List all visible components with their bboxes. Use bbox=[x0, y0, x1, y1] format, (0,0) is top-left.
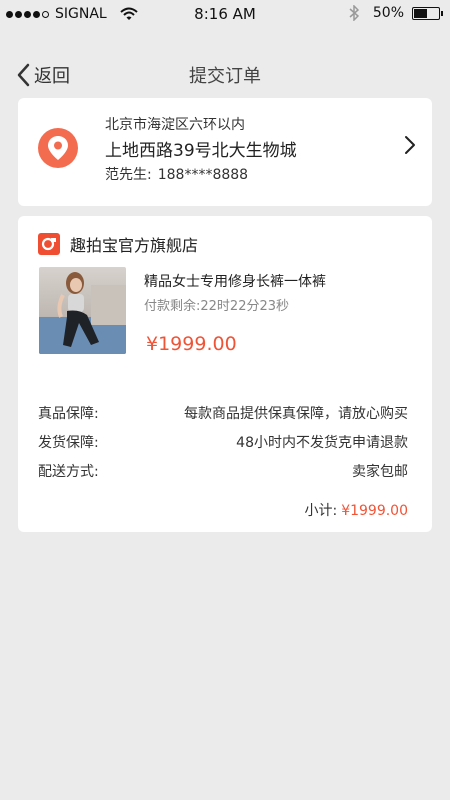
battery-percent: 50% bbox=[372, 5, 404, 21]
product-name: 精品女士专用修身长裤一体裤 bbox=[144, 274, 326, 290]
payment-countdown: 付款剩余:22时22分23秒 bbox=[144, 299, 290, 314]
product-image[interactable] bbox=[39, 267, 126, 354]
address-card[interactable]: 北京市海淀区六环以内 上地西路39号北大生物城 范先生: 188****8888 bbox=[18, 98, 432, 206]
info-row-authenticity: 真品保障: 每款商品提供保真保障，请放心购买 bbox=[38, 403, 408, 425]
location-pin-icon bbox=[38, 128, 78, 168]
info-label: 配送方式: bbox=[38, 464, 99, 480]
subtotal-value: ¥1999.00 bbox=[341, 503, 408, 519]
page-title: 提交订单 bbox=[189, 66, 261, 87]
info-value: 卖家包邮 bbox=[352, 464, 408, 480]
status-bar: SIGNAL 8:16 AM 50% bbox=[0, 0, 450, 28]
battery-icon bbox=[412, 6, 443, 20]
info-value: 每款商品提供保真保障，请放心购买 bbox=[184, 406, 408, 422]
info-label: 真品保障: bbox=[38, 406, 99, 422]
subtotal: 小计: ¥1999.00 bbox=[304, 500, 408, 520]
order-card: 趣拍宝官方旗舰店 精品女士专用修身长裤一体裤 付款剩余:22时22分23秒 ¥1… bbox=[18, 216, 432, 532]
info-label: 发货保障: bbox=[38, 435, 99, 451]
recipient-contact: 范先生: 188****8888 bbox=[105, 164, 248, 184]
shop-header[interactable]: 趣拍宝官方旗舰店 bbox=[38, 232, 198, 256]
recipient-name: 范先生: bbox=[105, 167, 152, 183]
nav-bar: 返回 提交订单 bbox=[0, 50, 450, 98]
info-row-delivery-method: 配送方式: 卖家包邮 bbox=[38, 461, 408, 483]
address-street: 上地西路39号北大生物城 bbox=[105, 141, 297, 161]
chevron-right-icon[interactable] bbox=[404, 135, 416, 155]
shop-name: 趣拍宝官方旗舰店 bbox=[70, 236, 199, 255]
bluetooth-icon bbox=[349, 5, 359, 21]
shop-logo-icon bbox=[38, 233, 60, 255]
recipient-phone: 188****8888 bbox=[157, 167, 249, 183]
info-row-shipping-guarantee: 发货保障: 48小时内不发货克申请退款 bbox=[38, 432, 408, 454]
product-price: ¥1999.00 bbox=[146, 333, 237, 355]
info-value: 48小时内不发货克申请退款 bbox=[236, 435, 408, 451]
address-region: 北京市海淀区六环以内 bbox=[105, 117, 245, 133]
subtotal-label: 小计: bbox=[304, 503, 338, 519]
